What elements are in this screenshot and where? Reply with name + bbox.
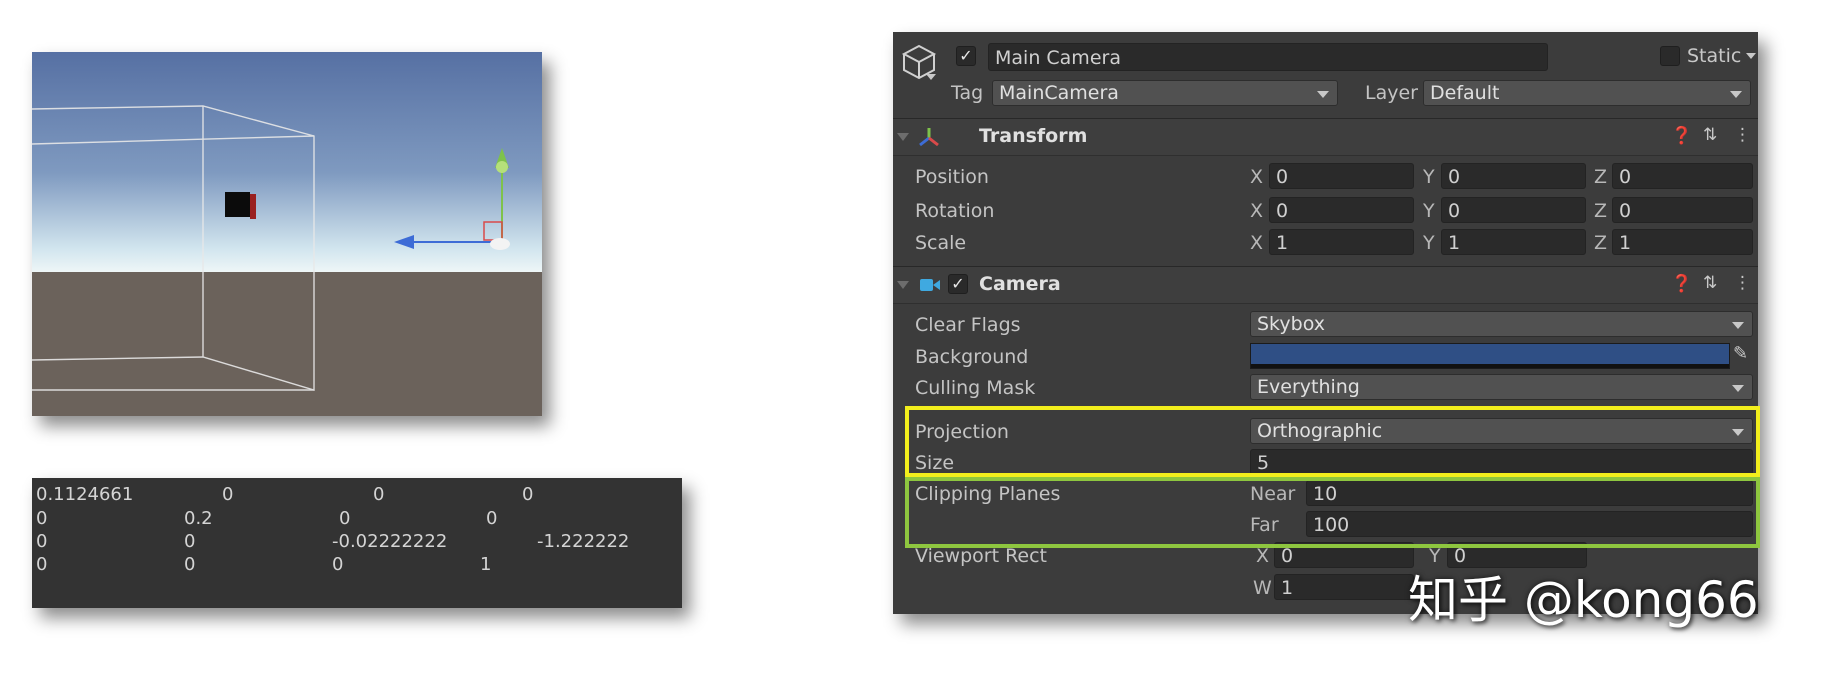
background-color-swatch[interactable] [1250, 343, 1730, 369]
z-axis-label: Z [1594, 232, 1608, 254]
active-checkbox[interactable]: ✓ [956, 46, 976, 66]
chevron-down-icon [1732, 322, 1744, 329]
scale-y-field[interactable]: 1 [1441, 229, 1586, 255]
more-options-icon[interactable]: ⋮ [1734, 125, 1751, 145]
matrix-cell: 0 [486, 508, 498, 529]
y-axis-label: Y [1423, 232, 1435, 254]
position-label: Position [915, 166, 989, 188]
static-checkbox[interactable] [1660, 46, 1680, 66]
viewport-rect-label: Viewport Rect [915, 545, 1048, 567]
w-axis-label: W [1253, 577, 1272, 599]
layer-dropdown[interactable]: Default [1423, 80, 1751, 106]
chevron-down-icon [1730, 91, 1742, 98]
tag-dropdown[interactable]: MainCamera [992, 80, 1338, 106]
matrix-cell: 0 [36, 531, 48, 552]
matrix-cell: -0.02222222 [332, 531, 448, 552]
matrix-cell: 0 [339, 508, 351, 529]
rotation-y-field[interactable]: 0 [1441, 197, 1586, 223]
scene-canvas [32, 52, 542, 416]
position-x-field[interactable]: 0 [1269, 163, 1414, 189]
help-icon[interactable]: ❓ [1671, 126, 1692, 146]
matrix-cell: 0 [332, 554, 344, 575]
clear-flags-dropdown[interactable]: Skybox [1250, 311, 1753, 337]
scale-label: Scale [915, 232, 967, 254]
matrix-cell: -1.222222 [537, 531, 630, 552]
projection-matrix-console: 0.1124661 0 0 0 0 0.2 0 0 0 0 -0.0222222… [32, 478, 682, 608]
ground [32, 272, 542, 416]
matrix-cell: 0 [184, 554, 196, 575]
clear-flags-label: Clear Flags [915, 314, 1021, 336]
culling-mask-value: Everything [1257, 376, 1360, 398]
chevron-down-icon [1732, 385, 1744, 392]
tag-label: Tag [951, 82, 984, 104]
camera-icon [919, 276, 941, 294]
viewport-w-field[interactable]: 1 [1274, 574, 1414, 600]
static-label[interactable]: Static [1687, 45, 1741, 67]
position-y-field[interactable]: 0 [1441, 163, 1586, 189]
matrix-cell: 0.2 [184, 508, 213, 529]
presets-icon[interactable]: ⇅ [1703, 273, 1717, 293]
eyedropper-icon[interactable]: ✎ [1733, 343, 1748, 364]
x-axis-label: X [1250, 200, 1264, 222]
scene-view[interactable] [32, 52, 542, 416]
clear-flags-value: Skybox [1257, 313, 1325, 335]
sky [32, 52, 542, 272]
chevron-down-icon [1317, 91, 1329, 98]
matrix-cell: 0 [36, 554, 48, 575]
camera-enabled-checkbox[interactable]: ✓ [948, 274, 968, 294]
transform-icon [917, 125, 941, 149]
matrix-cell: 0 [522, 484, 534, 505]
z-axis-label: Z [1594, 200, 1608, 222]
presets-icon[interactable]: ⇅ [1703, 125, 1717, 145]
culling-mask-label: Culling Mask [915, 377, 1036, 399]
transform-header[interactable]: Transform ❓ ⇅ ⋮ [893, 118, 1758, 156]
matrix-cell: 0 [373, 484, 385, 505]
x-axis-label: X [1256, 545, 1270, 567]
z-axis-label: Z [1594, 166, 1608, 188]
scale-z-field[interactable]: 1 [1612, 229, 1753, 255]
matrix-cell: 0.1124661 [36, 484, 134, 505]
x-axis-label: X [1250, 166, 1264, 188]
rotation-x-field[interactable]: 0 [1269, 197, 1414, 223]
rotation-label: Rotation [915, 200, 995, 222]
camera-title: Camera [979, 273, 1061, 295]
object-name-field[interactable]: Main Camera [988, 43, 1548, 71]
x-axis-label: X [1250, 232, 1264, 254]
clipping-highlight-box [905, 477, 1760, 548]
help-icon[interactable]: ❓ [1671, 274, 1692, 294]
layer-value: Default [1430, 82, 1500, 104]
icon-dropdown-arrow-icon[interactable] [926, 74, 936, 80]
foldout-arrow-icon[interactable] [897, 133, 909, 141]
more-options-icon[interactable]: ⋮ [1734, 273, 1751, 293]
foldout-arrow-icon[interactable] [897, 281, 909, 289]
transform-title: Transform [979, 125, 1088, 147]
rotation-z-field[interactable]: 0 [1612, 197, 1753, 223]
y-axis-label: Y [1423, 166, 1435, 188]
matrix-cell: 0 [36, 508, 48, 529]
y-axis-label: Y [1423, 200, 1435, 222]
cube-object [225, 192, 256, 219]
camera-header[interactable]: ✓ Camera ❓ ⇅ ⋮ [893, 266, 1758, 304]
layer-label: Layer [1365, 82, 1418, 104]
matrix-cell: 0 [184, 531, 196, 552]
scale-x-field[interactable]: 1 [1269, 229, 1414, 255]
position-z-field[interactable]: 0 [1612, 163, 1753, 189]
background-label: Background [915, 346, 1029, 368]
projection-highlight-box [905, 406, 1760, 477]
culling-mask-dropdown[interactable]: Everything [1250, 374, 1753, 400]
tag-value: MainCamera [999, 82, 1119, 104]
watermark: 知乎 @kong66 [1408, 571, 1759, 629]
static-dropdown-arrow-icon[interactable] [1746, 53, 1756, 59]
matrix-cell: 0 [222, 484, 234, 505]
matrix-cell: 1 [480, 554, 492, 575]
